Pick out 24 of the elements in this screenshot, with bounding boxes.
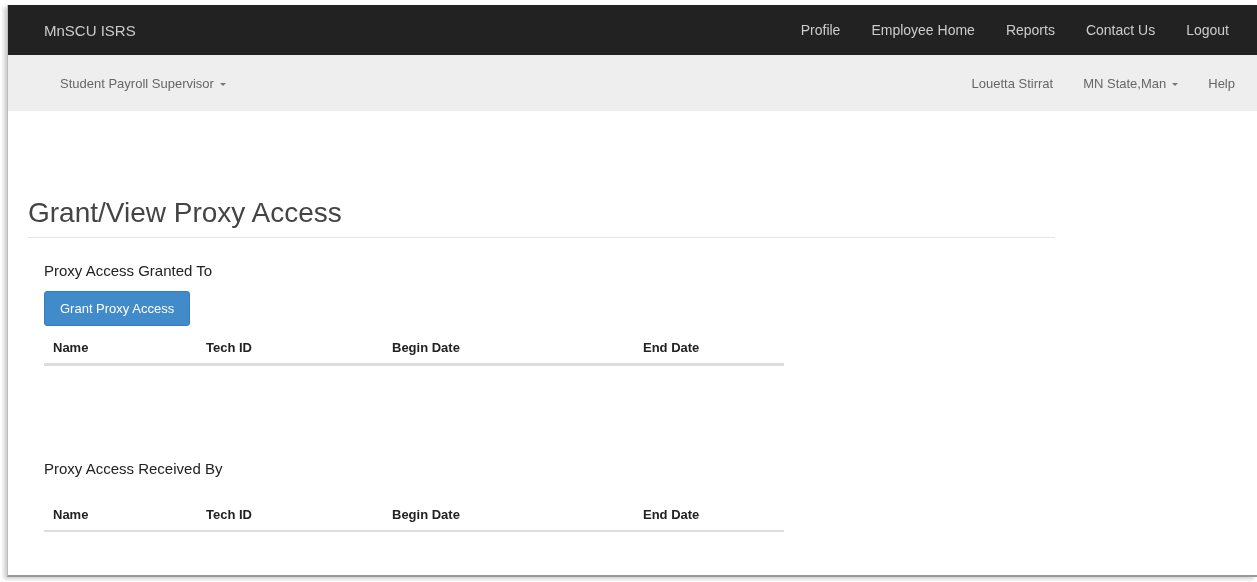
- column-header: End Date: [634, 499, 784, 531]
- column-header: Begin Date: [383, 499, 634, 531]
- nav-link[interactable]: Profile: [800, 22, 841, 38]
- page-title: Grant/View Proxy Access: [28, 197, 1055, 238]
- nav-link[interactable]: Reports: [1005, 22, 1055, 38]
- section-title: Proxy Access Granted To: [44, 262, 214, 279]
- caret-icon: [1172, 82, 1179, 86]
- nav-link[interactable]: Logout: [1186, 22, 1229, 38]
- section-title: Proxy Access Received By: [44, 460, 224, 477]
- dropdown-toggle[interactable]: MN State,Man: [1083, 75, 1179, 91]
- nav-link[interactable]: Contact Us: [1085, 22, 1156, 38]
- column-header: Tech ID: [197, 499, 383, 531]
- column-header: End Date: [634, 332, 784, 365]
- user-name: Louetta Stirrat: [971, 75, 1054, 91]
- grant-button[interactable]: Grant Proxy Access: [44, 291, 191, 326]
- column-header: Name: [44, 332, 197, 365]
- column-header: Name: [44, 499, 197, 531]
- caret-icon: [219, 82, 226, 86]
- column-header: Tech ID: [197, 332, 383, 365]
- column-header: Begin Date: [383, 332, 634, 365]
- nav-link[interactable]: Employee Home: [871, 22, 975, 38]
- dropdown-toggle[interactable]: Student Payroll Supervisor: [60, 75, 226, 91]
- brand-link[interactable]: MnSCU ISRS: [44, 21, 136, 39]
- help-link[interactable]: Help: [1208, 75, 1235, 91]
